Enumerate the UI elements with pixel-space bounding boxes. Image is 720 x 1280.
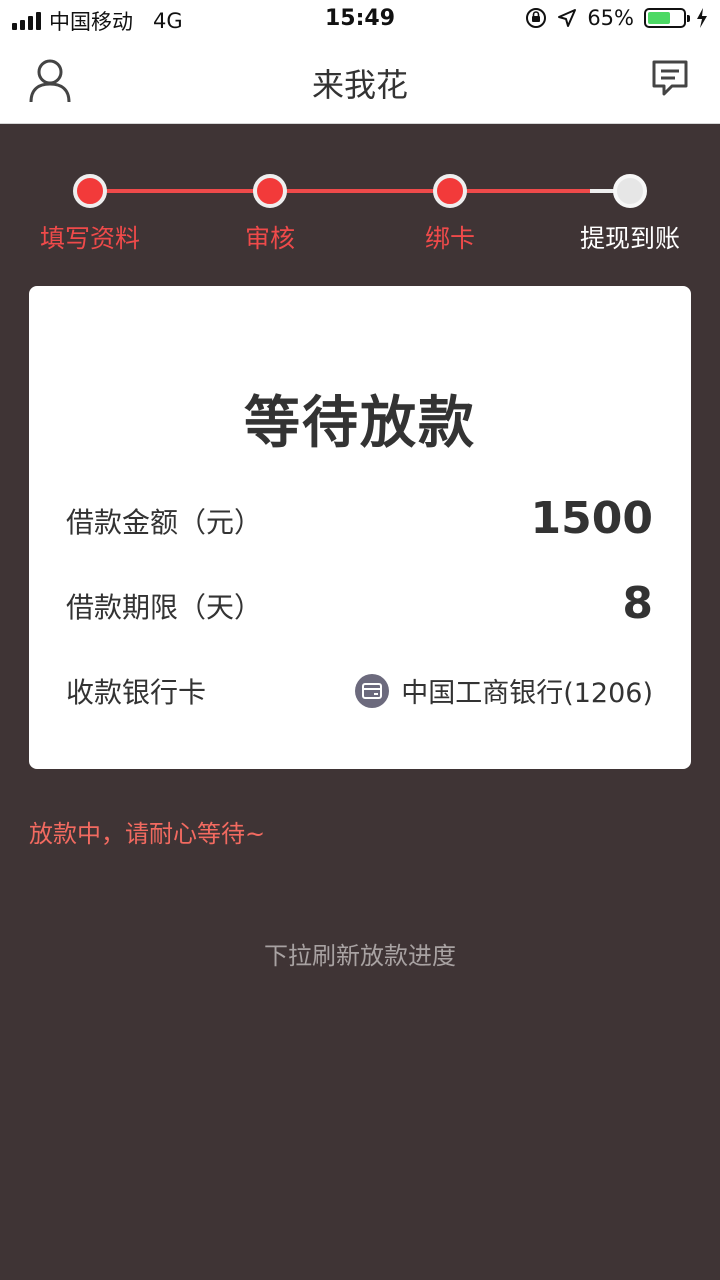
step-dot-review: [253, 174, 287, 208]
amount-label: 借款金额（元）: [66, 506, 263, 539]
step-label-fill-info: 填写资料: [39, 224, 140, 253]
bank-card-info: 中国工商银行(1206): [355, 671, 653, 710]
amount-value: 1500: [530, 493, 653, 544]
orientation-lock-icon: [526, 8, 547, 28]
term-value: 8: [622, 578, 653, 629]
battery-icon: [644, 8, 690, 28]
battery-percent: 65%: [587, 6, 634, 30]
step-connector: [450, 189, 590, 193]
page-title: 来我花: [311, 66, 408, 104]
battery-fill: [648, 12, 671, 24]
charging-icon: [697, 8, 707, 28]
step-label-withdraw: 提现到账: [579, 224, 680, 253]
location-icon: [558, 9, 577, 27]
step-connector: [270, 189, 450, 193]
step-label-review: 审核: [244, 224, 295, 253]
bank-card-value: 中国工商银行(1206): [401, 678, 653, 709]
status-bar: 中国移动 4G 15:49 65%: [0, 0, 720, 40]
term-label: 借款期限（天）: [66, 591, 263, 624]
status-right: 65%: [525, 6, 708, 30]
message-icon[interactable]: [650, 58, 694, 104]
pull-to-refresh-hint: 下拉刷新放款进度: [264, 942, 456, 970]
step-dot-withdraw: [613, 174, 647, 208]
card-title: 等待放款: [244, 391, 476, 456]
step-dot-bind-card: [433, 174, 467, 208]
disbursing-notice: 放款中，请耐心等待~: [29, 820, 266, 848]
bank-card-icon: [355, 673, 390, 708]
loan-status-card: 等待放款 借款金额（元） 1500 借款期限（天） 8 收款银行卡 中国工商银行…: [29, 286, 691, 769]
progress-steps: 填写资料 审核 绑卡 提现到账: [0, 123, 720, 283]
nav-bar: 来我花: [0, 40, 720, 124]
step-connector: [90, 189, 270, 193]
bank-card-label: 收款银行卡: [66, 676, 207, 709]
step-label-bind-card: 绑卡: [424, 224, 475, 253]
step-dot-fill-info: [73, 174, 107, 208]
